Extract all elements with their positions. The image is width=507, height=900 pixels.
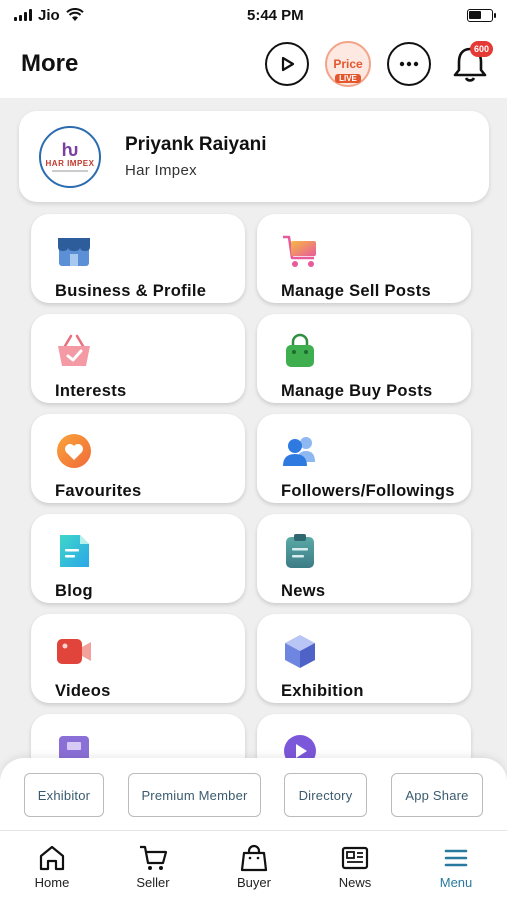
live-tag: LIVE [335,74,361,83]
tile-interests[interactable]: Interests [31,314,245,403]
document-icon [55,532,93,570]
profile-company: Har Impex [125,162,197,179]
profile-name: Priyank Raiyani [125,134,267,155]
tile-label: Videos [55,682,111,700]
menu-icon [444,849,468,867]
signal-icon [14,9,32,21]
chip-app-share[interactable]: App Share [391,773,483,817]
tile-label: Blog [55,582,93,600]
tile-label: Exhibition [281,682,364,700]
page-title: More [21,50,79,77]
heart-icon [55,432,93,470]
price-label: Price [333,57,363,71]
cart-icon [281,232,319,270]
tile-manage-buy-posts[interactable]: Manage Buy Posts [257,314,471,403]
company-logo: ƕ HAR IMPEX [39,125,101,188]
cube-icon [281,632,319,670]
newspaper-icon [341,846,369,870]
header-actions: Price LIVE 600 [265,41,493,87]
clipboard-icon [281,532,319,570]
logo-divider [52,170,88,172]
play-icon [281,56,295,72]
chip-directory[interactable]: Directory [284,773,367,817]
tile-videos[interactable]: Videos [31,614,245,703]
home-icon [39,845,65,871]
bottom-tab-bar: Home Seller Buyer News Menu [0,830,507,900]
store-icon [55,232,93,270]
notification-badge: 600 [469,41,493,57]
chip-premium-member[interactable]: Premium Member [128,773,261,817]
tab-label: Buyer [237,875,271,890]
chat-icon [399,61,419,67]
quick-links-bar: Exhibitor Premium Member Directory App S… [0,758,507,830]
profile-card[interactable]: ƕ HAR IMPEX Priyank Raiyani Har Impex [19,111,489,202]
tile-followers-followings[interactable]: Followers/Followings [257,414,471,503]
battery-icon [466,8,496,22]
tab-seller[interactable]: Seller [113,843,193,890]
tile-label: Manage Sell Posts [281,282,431,300]
tile-label: Business & Profile [55,282,207,300]
logo-text: HAR IMPEX [45,159,95,168]
logo-mark-icon: ƕ [61,140,79,160]
tile-news[interactable]: News [257,514,471,603]
cart-icon [140,845,168,870]
tab-label: Seller [136,875,170,890]
price-live-button[interactable]: Price LIVE [325,41,371,87]
notifications-button[interactable]: 600 [447,41,493,87]
tab-news[interactable]: News [315,843,395,890]
menu-grid: Business & Profile Manage Sell Posts Int… [31,214,471,803]
tile-manage-sell-posts[interactable]: Manage Sell Posts [257,214,471,303]
status-bar: Jio 5:44 PM [0,0,507,30]
tile-label: Interests [55,382,127,400]
profile-info: Priyank Raiyani Har Impex [125,134,267,179]
video-camera-icon [55,632,93,670]
chip-exhibitor[interactable]: Exhibitor [24,773,104,817]
tab-menu[interactable]: Menu [416,843,496,890]
status-left: Jio [14,7,84,24]
tab-label: News [338,875,372,890]
chat-button[interactable] [387,42,431,86]
tab-buyer[interactable]: Buyer [214,843,294,890]
tile-exhibition[interactable]: Exhibition [257,614,471,703]
tile-label: Manage Buy Posts [281,382,433,400]
basket-icon [55,332,93,370]
shopping-bag-icon [281,332,319,370]
wifi-icon [65,8,84,21]
tile-business-profile[interactable]: Business & Profile [31,214,245,303]
tile-blog[interactable]: Blog [31,514,245,603]
tile-label: News [281,582,326,600]
carrier-label: Jio [38,6,60,24]
tab-label: Menu [439,875,473,890]
tab-label: Home [34,875,70,890]
tile-label: Followers/Followings [281,482,455,500]
header: More Price LIVE 600 [0,30,507,98]
play-button[interactable] [265,42,309,86]
users-icon [281,432,319,470]
status-time: 5:44 PM [246,6,304,24]
bag-icon [240,844,268,872]
tile-label: Favourites [55,482,142,500]
tab-home[interactable]: Home [12,843,92,890]
tile-favourites[interactable]: Favourites [31,414,245,503]
